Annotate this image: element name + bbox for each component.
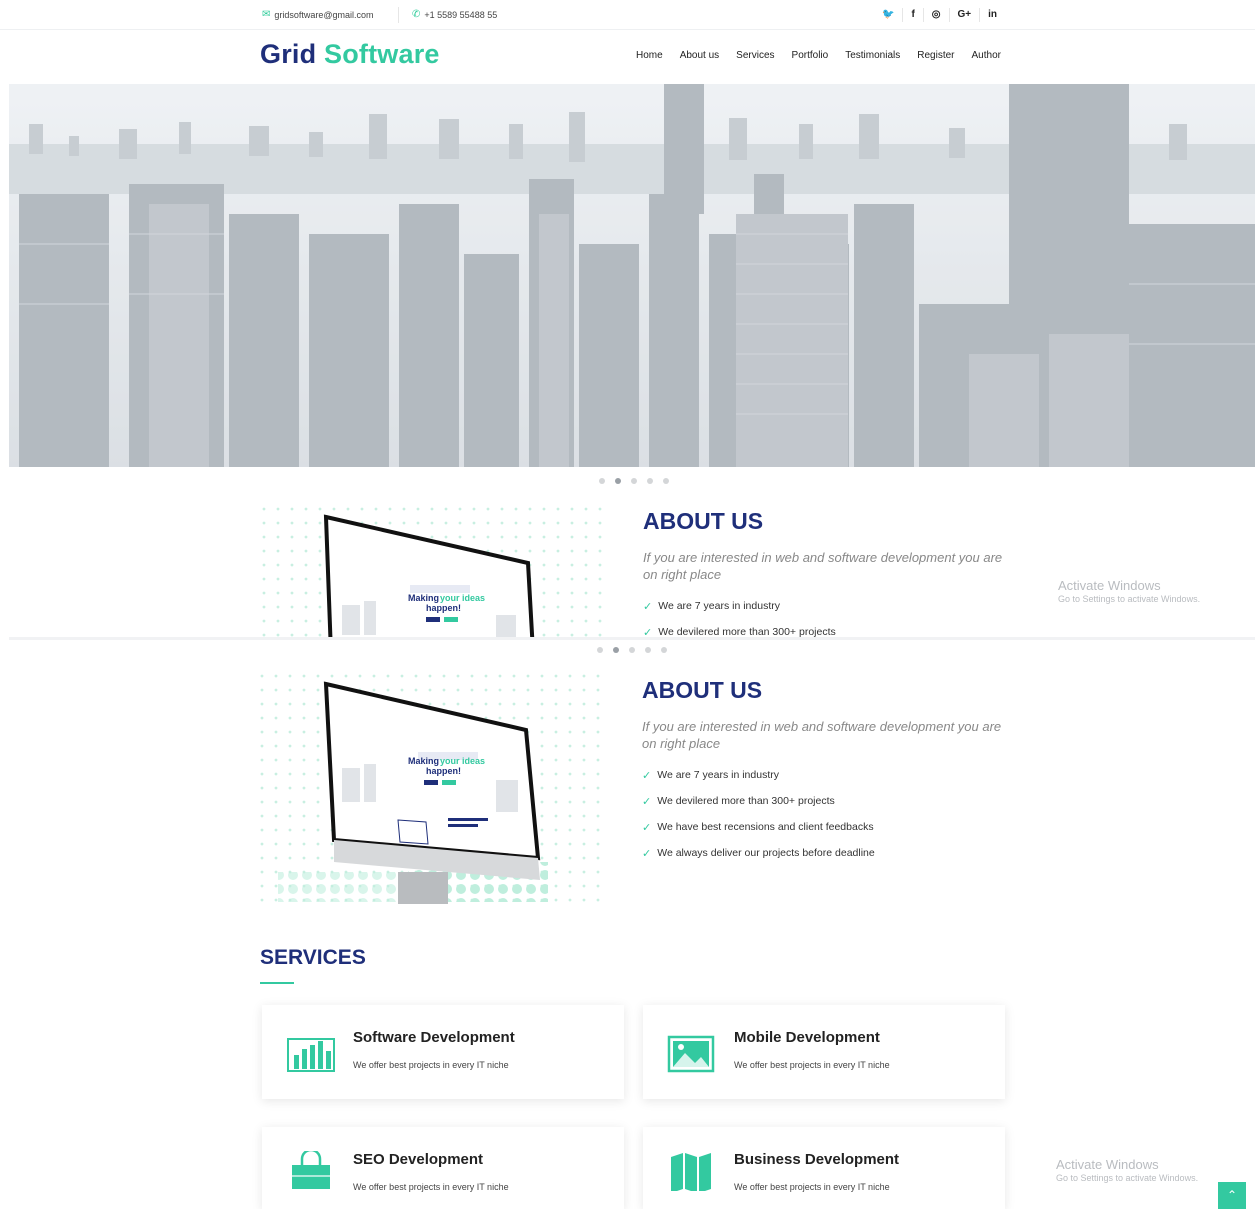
logo-part-1: Grid <box>260 39 317 69</box>
services-underline <box>260 982 294 984</box>
slider-dot[interactable] <box>645 647 651 653</box>
phone-contact[interactable]: ✆ +1 5589 55488 55 <box>412 9 497 20</box>
slider-dots-secondary <box>597 647 667 653</box>
divider <box>398 7 399 23</box>
slider-dot[interactable] <box>647 478 653 484</box>
linkedin-icon[interactable]: in <box>979 8 1005 22</box>
instagram-icon[interactable]: ◎ <box>922 8 949 22</box>
monitor-mockup-image: Making your ideas happen! <box>260 505 608 637</box>
mockup-headline-2: happen! <box>426 603 461 613</box>
check-circle-icon: ✓ <box>642 822 652 834</box>
twitter-icon[interactable]: 🐦 <box>874 8 902 22</box>
list-item: ✓ We always deliver our projects before d… <box>642 847 875 873</box>
email-contact[interactable]: ✉ gridsoftware@gmail.com <box>262 9 374 20</box>
check-circle-icon: ✓ <box>643 601 653 613</box>
service-title: Software Development <box>353 1029 515 1046</box>
activate-windows-watermark: Activate Windows Go to Settings to activ… <box>1056 1157 1198 1183</box>
phone-text: +1 5589 55488 55 <box>424 9 498 20</box>
service-desc: We offer best projects in every IT niche <box>734 1060 890 1070</box>
email-text: gridsoftware@gmail.com <box>274 9 374 20</box>
service-card-seo[interactable]: SEO Development We offer best projects i… <box>262 1127 624 1209</box>
main-nav: Home About us Services Portfolio Testimo… <box>636 50 1001 61</box>
map-icon <box>671 1153 711 1191</box>
watermark-line1: Activate Windows <box>1058 578 1161 593</box>
nav-portfolio[interactable]: Portfolio <box>792 50 829 61</box>
list-item: ✓ We devilered more than 300+ projects <box>642 795 875 821</box>
mockup-headline-accent: your ideas <box>440 593 485 603</box>
list-item: ✓ We have best recensions and client feed… <box>642 821 875 847</box>
watermark-line2: Go to Settings to activate Windows. <box>1058 594 1201 604</box>
about-subtitle-preview: If you are interested in web and softwar… <box>643 550 1003 582</box>
check-circle-icon: ✓ <box>642 848 652 860</box>
list-item: ✓ We are 7 years in industry <box>642 769 875 795</box>
slider-dot[interactable] <box>663 478 669 484</box>
service-desc: We offer best projects in every IT niche <box>353 1182 509 1192</box>
shopping-bag-icon <box>292 1151 330 1189</box>
city-skyline-image <box>9 84 1255 467</box>
about-image: Making your ideas happen! <box>258 672 608 908</box>
top-bar: ✉ gridsoftware@gmail.com ✆ +1 5589 55488… <box>0 0 1255 30</box>
point-text: We are 7 years in industry <box>658 600 780 612</box>
google-plus-icon[interactable]: G+ <box>948 8 980 22</box>
about-image-preview: Making your ideas happen! <box>260 505 608 637</box>
social-links: 🐦 f ◎ G+ in <box>874 8 1005 22</box>
point-text: We devilered more than 300+ projects <box>657 795 835 807</box>
monitor-mockup-image: Making your ideas happen! <box>258 672 608 908</box>
about-points: ✓ We are 7 years in industry ✓ We devilere… <box>642 769 875 873</box>
chevron-up-icon: ⌃ <box>1226 1188 1238 1202</box>
facebook-icon[interactable]: f <box>902 8 922 22</box>
hero-slider[interactable] <box>9 84 1255 467</box>
hero-slider-dots <box>599 478 669 484</box>
mockup-headline-2: happen! <box>426 766 461 776</box>
mockup-headline-accent: your ideas <box>440 756 485 766</box>
logo-part-2: Software <box>324 39 440 69</box>
service-card-mobile[interactable]: Mobile Development We offer best project… <box>643 1005 1005 1099</box>
mockup-headline-1: Making <box>408 593 439 603</box>
service-title: Business Development <box>734 1151 900 1168</box>
about-title: ABOUT US <box>642 677 763 703</box>
service-desc: We offer best projects in every IT niche <box>734 1182 890 1192</box>
slider-dot-active[interactable] <box>613 647 619 653</box>
slider-dot-active[interactable] <box>615 478 621 484</box>
slider-dot[interactable] <box>629 647 635 653</box>
mockup-headline-1: Making <box>408 756 439 766</box>
nav-about-us[interactable]: About us <box>680 50 719 61</box>
point-text: We have best recensions and client feedb… <box>657 821 874 833</box>
activate-windows-watermark: Activate Windows Go to Settings to activ… <box>1058 578 1200 604</box>
service-desc: We offer best projects in every IT niche <box>353 1060 509 1070</box>
service-card-software[interactable]: Software Development We offer best proje… <box>262 1005 624 1099</box>
check-circle-icon: ✓ <box>642 796 652 808</box>
service-card-business[interactable]: Business Development We offer best proje… <box>643 1127 1005 1209</box>
list-item: ✓ We are 7 years in industry <box>643 600 836 626</box>
envelope-icon: ✉ <box>262 9 271 20</box>
nav-register[interactable]: Register <box>917 50 954 61</box>
point-text: We are 7 years in industry <box>657 769 779 781</box>
about-title-preview: ABOUT US <box>643 508 764 534</box>
watermark-line1: Activate Windows <box>1056 1157 1159 1172</box>
nav-author[interactable]: Author <box>972 50 1001 61</box>
services-title: SERVICES <box>260 946 366 969</box>
section-divider <box>9 637 1255 640</box>
slider-dot[interactable] <box>631 478 637 484</box>
service-title: SEO Development <box>353 1151 484 1168</box>
slider-dot[interactable] <box>599 478 605 484</box>
slider-dot[interactable] <box>597 647 603 653</box>
nav-testimonials[interactable]: Testimonials <box>845 50 900 61</box>
check-circle-icon: ✓ <box>642 770 652 782</box>
service-title: Mobile Development <box>734 1029 880 1046</box>
bar-chart-icon <box>287 1038 335 1072</box>
site-logo[interactable]: Grid Software <box>260 39 440 70</box>
phone-icon: ✆ <box>412 9 421 20</box>
watermark-line2: Go to Settings to activate Windows. <box>1056 1173 1199 1183</box>
nav-services[interactable]: Services <box>736 50 774 61</box>
about-subtitle: If you are interested in web and softwar… <box>642 719 1002 751</box>
about-points-preview: ✓ We are 7 years in industry ✓ We devilere… <box>643 600 836 638</box>
point-text: We always deliver our projects before de… <box>657 847 875 859</box>
slider-dot[interactable] <box>661 647 667 653</box>
back-to-top-button[interactable]: ⌃ <box>1218 1182 1246 1209</box>
nav-home[interactable]: Home <box>636 50 663 61</box>
image-icon <box>667 1035 715 1073</box>
